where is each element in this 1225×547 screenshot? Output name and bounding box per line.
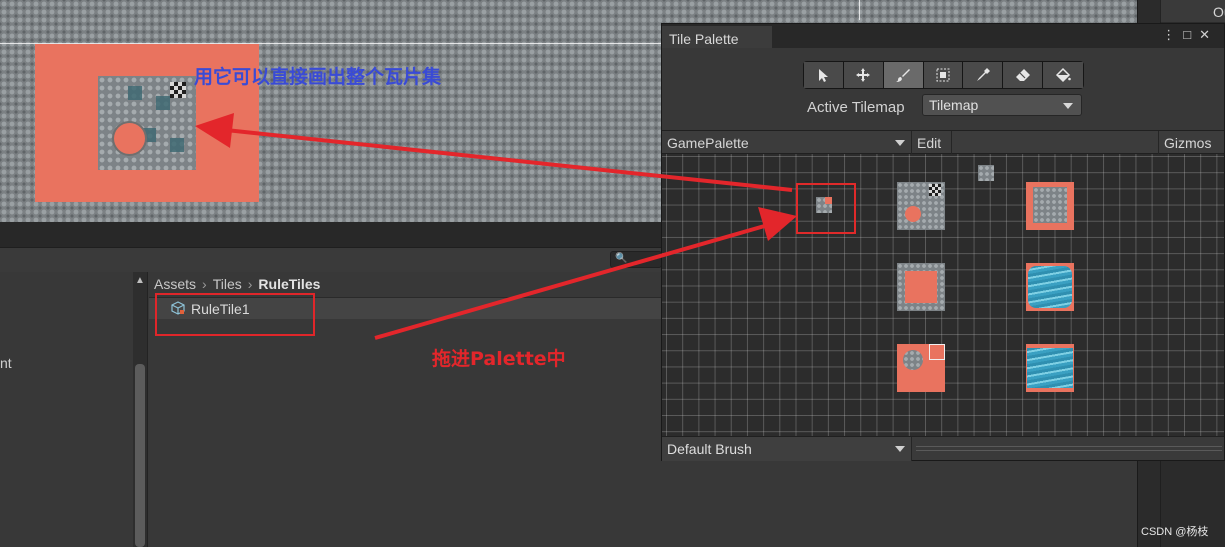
tile-detail — [170, 138, 184, 152]
tile-detail — [1033, 187, 1067, 223]
move-icon — [856, 68, 871, 82]
annotation-drag-hint: 拖进Palette中 — [432, 348, 566, 370]
active-tilemap-value: Tilemap — [929, 97, 979, 113]
gizmos-button[interactable]: Gizmos — [1158, 131, 1224, 154]
active-tilemap-dropdown[interactable]: Tilemap — [922, 94, 1082, 116]
tile-detail — [128, 86, 142, 100]
painted-circle-tile — [114, 123, 145, 154]
project-search-input[interactable]: 🔍 — [610, 251, 662, 268]
breadcrumb-tiles[interactable]: Tiles — [213, 276, 242, 292]
tile-detail — [929, 184, 941, 196]
palette-toolbar — [803, 61, 1084, 89]
select-icon — [819, 69, 829, 82]
tile-detail — [1028, 266, 1072, 308]
picker-icon — [976, 68, 990, 81]
eraser-tool-button[interactable] — [1003, 62, 1044, 88]
active-tilemap-label: Active Tilemap — [807, 99, 905, 116]
tile-palette-window: Tile Palette ⋮□✕ Active Tilemap Tilemap … — [661, 23, 1225, 461]
palette-tile[interactable] — [897, 182, 945, 230]
tab-tile-palette[interactable]: Tile Palette — [662, 26, 772, 48]
select-tool-button[interactable] — [804, 62, 844, 88]
window-controls[interactable]: ⋮□✕ — [1162, 27, 1218, 43]
scene-guide-line-vertical — [859, 0, 860, 20]
palette-tile[interactable] — [1026, 344, 1074, 392]
move-tool-button[interactable] — [843, 62, 884, 88]
palette-tile-grid[interactable] — [662, 154, 1224, 436]
chevron-right-icon: › — [247, 276, 253, 292]
tile-detail — [1027, 348, 1073, 388]
brush-bar-slider[interactable] — [916, 446, 1222, 451]
breadcrumb: Assets › Tiles › RuleTiles — [154, 276, 320, 292]
tile-detail — [905, 206, 921, 222]
highlight-asset-box — [155, 293, 315, 336]
highlight-rule-tile-box — [796, 183, 856, 234]
palette-tile[interactable] — [897, 263, 945, 311]
scroll-up-arrow-icon[interactable]: ▲ — [135, 275, 145, 286]
unity-editor: 用它可以直接画出整个瓦片集 Outp 🔍 nt ▲ Assets › Tiles › R… — [0, 0, 1225, 547]
eraser-icon — [1015, 69, 1030, 81]
chevron-down-icon — [895, 446, 905, 452]
brush-name: Default Brush — [667, 441, 752, 457]
inspector-tab-label: Outp — [1213, 4, 1225, 20]
tile-palette-tabbar: Tile Palette ⋮□✕ — [662, 24, 1224, 48]
palette-name: GamePalette — [667, 135, 749, 151]
palette-brush-bar: Default Brush — [662, 436, 1224, 461]
inspector-tab[interactable]: Outp — [1160, 0, 1225, 22]
tree-scrollbar[interactable]: ▲ — [133, 272, 147, 547]
project-folder-tree[interactable]: nt — [0, 272, 148, 547]
brush-dropdown[interactable]: Default Brush — [662, 437, 912, 461]
palette-header-bar: GamePalette Edit Gizmos — [662, 130, 1224, 154]
tile-detail — [170, 82, 186, 98]
palette-selector-dropdown[interactable]: GamePalette — [662, 131, 912, 154]
painted-inner-stone — [98, 76, 196, 170]
picker-tool-button[interactable] — [963, 62, 1004, 88]
palette-tile[interactable] — [1026, 182, 1074, 230]
chevron-right-icon: › — [202, 276, 207, 292]
tile-detail — [156, 96, 170, 110]
paint-brush-tool-button[interactable] — [883, 62, 924, 88]
flood-fill-icon — [1056, 67, 1071, 83]
flood-fill-tool-button[interactable] — [1043, 62, 1084, 88]
palette-tile[interactable] — [1026, 263, 1074, 311]
box-fill-icon — [936, 68, 950, 82]
palette-tile[interactable] — [978, 165, 994, 181]
search-icon: 🔍 — [615, 253, 628, 264]
tree-item-label: nt — [0, 355, 12, 371]
watermark: CSDN @杨枝 — [1141, 526, 1209, 538]
tile-detail — [903, 350, 923, 370]
annotation-blue-text: 用它可以直接画出整个瓦片集 — [194, 66, 442, 88]
edit-button[interactable]: Edit — [912, 131, 952, 154]
chevron-down-icon — [1063, 103, 1073, 109]
scrollbar-thumb[interactable] — [135, 364, 145, 547]
breadcrumb-ruletiles[interactable]: RuleTiles — [258, 276, 320, 292]
paint-brush-icon — [896, 69, 911, 82]
palette-selection-outline — [929, 344, 945, 360]
tile-detail — [905, 271, 937, 303]
breadcrumb-assets[interactable]: Assets — [154, 276, 196, 292]
chevron-down-icon — [895, 140, 905, 146]
box-fill-tool-button[interactable] — [923, 62, 964, 88]
